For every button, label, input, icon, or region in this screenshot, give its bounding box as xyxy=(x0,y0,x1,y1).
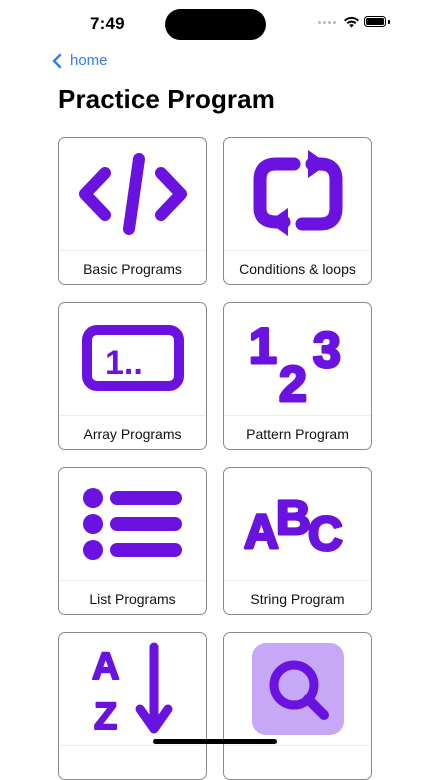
card-divider xyxy=(224,415,371,416)
back-button[interactable]: home xyxy=(52,52,108,69)
card-pattern-program[interactable]: 1 2 3 Pattern Program xyxy=(223,302,372,450)
numbers-123-icon: 1 2 3 xyxy=(247,317,342,408)
loop-arrows-icon xyxy=(253,150,342,236)
card-list-programs[interactable]: List Programs xyxy=(58,467,207,615)
card-art: A B C xyxy=(224,468,371,580)
array-box-icon: 1.. xyxy=(81,325,184,391)
abc-letters-icon: A B C xyxy=(242,491,344,563)
pattern-digit: 2 xyxy=(279,356,307,407)
card-array-programs[interactable]: 1.. Array Programs xyxy=(58,302,207,450)
string-letter: A xyxy=(244,506,279,559)
cellular-signal-icon xyxy=(318,20,336,24)
card-basic-programs[interactable]: Basic Programs xyxy=(58,137,207,285)
card-art: 1 2 3 xyxy=(224,303,371,415)
card-label: Basic Programs xyxy=(83,261,182,277)
card-divider xyxy=(59,415,206,416)
status-time: 7:49 xyxy=(90,14,125,33)
sort-a-z-icon: A Z xyxy=(91,642,172,737)
card-searching[interactable] xyxy=(223,632,372,780)
battery-tip xyxy=(388,20,390,24)
status-bar: 7:49 xyxy=(0,0,422,48)
bullet-list-icon xyxy=(82,488,182,560)
card-art xyxy=(224,633,371,745)
sort-letter: A xyxy=(92,646,119,688)
card-label: Conditions & loops xyxy=(239,261,356,277)
card-divider xyxy=(59,250,206,251)
card-art xyxy=(59,138,206,250)
card-divider xyxy=(59,580,206,581)
string-letter: C xyxy=(308,508,343,561)
card-divider xyxy=(224,250,371,251)
card-label: List Programs xyxy=(89,591,176,607)
pattern-digit: 1 xyxy=(249,318,277,374)
card-label: Pattern Program xyxy=(246,426,349,442)
code-brackets-icon xyxy=(78,153,187,235)
chevron-left-icon xyxy=(52,53,62,68)
array-icon-text: 1.. xyxy=(105,344,143,382)
wifi-icon xyxy=(344,16,359,28)
card-label: String Program xyxy=(250,591,345,607)
card-art xyxy=(224,138,371,250)
card-divider xyxy=(59,745,206,746)
card-art xyxy=(59,468,206,580)
card-divider xyxy=(224,580,371,581)
card-art: 1.. xyxy=(59,303,206,415)
back-label: home xyxy=(70,52,108,69)
string-letter: B xyxy=(276,492,311,545)
status-icons xyxy=(318,16,360,28)
card-divider xyxy=(224,745,371,746)
home-indicator[interactable] xyxy=(153,739,277,744)
pattern-digit: 3 xyxy=(313,322,341,378)
search-icon xyxy=(251,643,344,735)
card-conditions-loops[interactable]: Conditions & loops xyxy=(223,137,372,285)
card-sorting[interactable]: A Z xyxy=(58,632,207,780)
page-title: Practice Program xyxy=(58,84,275,114)
card-art: A Z xyxy=(59,633,206,745)
battery-icon xyxy=(364,16,386,27)
dynamic-island xyxy=(165,9,266,40)
card-label: Array Programs xyxy=(83,426,182,442)
sort-letter: Z xyxy=(94,696,117,737)
card-string-program[interactable]: A B C String Program xyxy=(223,467,372,615)
